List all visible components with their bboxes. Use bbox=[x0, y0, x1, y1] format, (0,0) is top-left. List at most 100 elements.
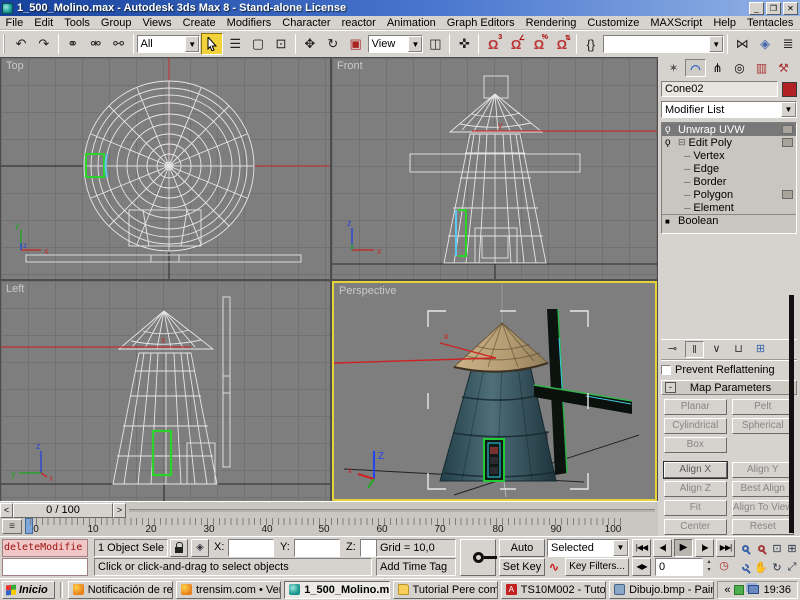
menu-reactor[interactable]: reactor bbox=[336, 16, 381, 30]
viewport-front[interactable]: Front bbox=[332, 58, 657, 279]
lightbulb-icon[interactable]: ϙ bbox=[665, 137, 675, 148]
task-button-pdf[interactable]: A TS10M002 - Tutorial ... bbox=[501, 581, 606, 599]
select-link-icon[interactable]: ⚭ bbox=[62, 33, 84, 55]
pan-icon[interactable]: ✋ bbox=[753, 558, 769, 576]
cylindrical-button[interactable]: Cylindrical bbox=[664, 418, 727, 434]
go-to-start-button[interactable]: |◀◀ bbox=[632, 539, 651, 557]
select-move-icon[interactable]: ✥ bbox=[299, 33, 321, 55]
zoom-extents-icon[interactable]: ⊡ bbox=[769, 539, 785, 557]
menu-rendering[interactable]: Rendering bbox=[520, 16, 582, 30]
stack-item-boolean[interactable]: ■ Boolean bbox=[662, 214, 796, 227]
menu-create[interactable]: Create bbox=[177, 16, 221, 30]
stack-item-vertex[interactable]: ─ Vertex bbox=[662, 149, 796, 162]
menu-help[interactable]: Help bbox=[708, 16, 742, 30]
close-button[interactable]: ✕ bbox=[783, 2, 798, 15]
fit-button[interactable]: Fit bbox=[664, 500, 727, 516]
set-key-button[interactable]: Set Key bbox=[499, 558, 545, 576]
configure-modifier-sets-icon[interactable]: ⊞ bbox=[751, 341, 770, 358]
collapse-icon[interactable]: ⊟ bbox=[678, 137, 686, 148]
key-filters-button[interactable]: Key Filters... bbox=[565, 558, 629, 576]
prev-frame-arrow[interactable]: < bbox=[0, 503, 13, 518]
chevron-down-icon[interactable]: ▼ bbox=[613, 540, 628, 556]
percent-snap-icon[interactable]: Ω% bbox=[528, 33, 550, 55]
restore-button[interactable]: ❐ bbox=[766, 2, 781, 15]
select-object-button[interactable] bbox=[201, 33, 223, 55]
modifier-list-dropdown[interactable]: Modifier List ▼ bbox=[661, 101, 797, 118]
align-y-button[interactable]: Align Y bbox=[732, 462, 795, 478]
maximize-viewport-icon[interactable]: ⤢ bbox=[784, 558, 800, 576]
undo-icon[interactable]: ↶ bbox=[10, 33, 32, 55]
task-button-trensim[interactable]: trensim.com • Ver T... bbox=[176, 581, 281, 599]
prevent-reflattening-checkbox[interactable] bbox=[661, 365, 671, 375]
messenger-tray-icon[interactable] bbox=[734, 585, 744, 595]
menu-graph-editors[interactable]: Graph Editors bbox=[441, 16, 520, 30]
menu-tentacles[interactable]: Tentacles bbox=[741, 16, 798, 30]
zoom-icon[interactable] bbox=[737, 539, 753, 557]
best-align-button[interactable]: Best Align bbox=[732, 481, 795, 497]
auto-key-button[interactable]: Auto Key bbox=[499, 539, 545, 557]
network-tray-icon[interactable] bbox=[748, 585, 759, 594]
modify-tab-icon[interactable]: ◠ bbox=[685, 59, 706, 77]
key-mode-toggle[interactable]: ◀▶ bbox=[632, 558, 651, 576]
lightbulb-icon[interactable]: ϙ bbox=[665, 124, 675, 135]
frame-spinner[interactable]: ▴▾ bbox=[704, 558, 714, 576]
select-manipulate-icon[interactable]: ✜ bbox=[453, 33, 475, 55]
align-to-view-button[interactable]: Align To View bbox=[732, 500, 795, 516]
hierarchy-tab-icon[interactable]: ⋔ bbox=[707, 59, 728, 77]
bind-spacewarp-icon[interactable]: ⚯ bbox=[108, 33, 130, 55]
angle-snap-icon[interactable]: Ω∠ bbox=[505, 33, 527, 55]
make-unique-icon[interactable]: ∨ bbox=[707, 341, 726, 358]
align-icon[interactable]: ◈ bbox=[754, 33, 776, 55]
stack-item-edge[interactable]: ─ Edge bbox=[662, 162, 796, 175]
chevron-down-icon[interactable]: ▼ bbox=[408, 36, 422, 52]
menu-tools[interactable]: Tools bbox=[59, 16, 96, 30]
task-button-forum-notification[interactable]: Notificación de resp... bbox=[68, 581, 173, 599]
menu-character[interactable]: Character bbox=[277, 16, 336, 30]
use-pivot-center-icon[interactable]: ◫ bbox=[424, 33, 446, 55]
track-bar[interactable]: ≡ 0 10 20 30 40 50 60 70 80 90 100 bbox=[0, 518, 658, 536]
current-frame-field[interactable] bbox=[655, 558, 703, 576]
stack-item-border[interactable]: ─ Border bbox=[662, 175, 796, 188]
align-x-button[interactable]: Align X bbox=[664, 462, 727, 478]
x-coord-field[interactable] bbox=[228, 539, 274, 557]
window-crossing-icon[interactable]: ⊡ bbox=[270, 33, 292, 55]
default-in-out-tangent-icon[interactable]: ∿ bbox=[549, 560, 563, 575]
reset-button[interactable]: Reset bbox=[732, 519, 795, 535]
selection-lock-button[interactable] bbox=[170, 539, 188, 557]
select-scale-icon[interactable]: ▣ bbox=[345, 33, 367, 55]
play-button[interactable]: ▶ bbox=[674, 539, 693, 557]
select-by-name-icon[interactable]: ☰ bbox=[224, 33, 246, 55]
object-color-swatch[interactable] bbox=[782, 82, 797, 97]
absolute-offset-toggle[interactable]: ◈ bbox=[191, 539, 209, 557]
chevron-down-icon[interactable]: ▼ bbox=[709, 36, 723, 52]
unlink-icon[interactable]: ⚮ bbox=[85, 33, 107, 55]
arc-rotate-icon[interactable]: ↻ bbox=[769, 558, 785, 576]
selection-filter-dropdown[interactable]: All ▼ bbox=[137, 35, 201, 53]
create-tab-icon[interactable]: ✶ bbox=[663, 59, 684, 77]
time-slider-handle[interactable]: 0 / 100 bbox=[13, 503, 113, 518]
mirror-icon[interactable]: ⋈ bbox=[731, 33, 753, 55]
start-button[interactable]: Inicio bbox=[2, 581, 55, 599]
menu-views[interactable]: Views bbox=[137, 16, 177, 30]
menu-customize[interactable]: Customize bbox=[582, 16, 645, 30]
menu-file[interactable]: File bbox=[0, 16, 29, 30]
show-end-result-icon[interactable]: ‖ bbox=[685, 341, 704, 358]
task-button-3dsmax[interactable]: 1_500_Molino.ma... bbox=[284, 581, 389, 599]
stack-item-element[interactable]: ─ Element bbox=[662, 201, 796, 214]
next-frame-arrow[interactable]: > bbox=[113, 503, 126, 518]
add-time-tag[interactable]: Add Time Tag bbox=[376, 558, 456, 576]
stack-item-edit-poly[interactable]: ϙ ⊟ Edit Poly bbox=[662, 136, 796, 149]
reference-coordsys-dropdown[interactable]: View ▼ bbox=[368, 35, 424, 53]
set-keys-button[interactable] bbox=[460, 539, 496, 576]
time-configuration-icon[interactable]: ◷ bbox=[716, 558, 732, 576]
remove-modifier-icon[interactable]: ⊔ bbox=[729, 341, 748, 358]
key-selection-dropdown[interactable]: Selected ▼ bbox=[547, 539, 629, 557]
zoom-extents-all-icon[interactable]: ⊞ bbox=[784, 539, 800, 557]
previous-frame-button[interactable]: ◀| bbox=[653, 539, 672, 557]
panel-scrollbar[interactable] bbox=[789, 295, 794, 533]
menu-modifiers[interactable]: Modifiers bbox=[221, 16, 277, 30]
box-button[interactable]: Box bbox=[664, 437, 727, 453]
stack-item-polygon[interactable]: ─ Polygon bbox=[662, 188, 796, 201]
task-button-paint[interactable]: Dibujo.bmp - Paint bbox=[609, 581, 714, 599]
pin-stack-icon[interactable]: ⊸ bbox=[663, 341, 682, 358]
